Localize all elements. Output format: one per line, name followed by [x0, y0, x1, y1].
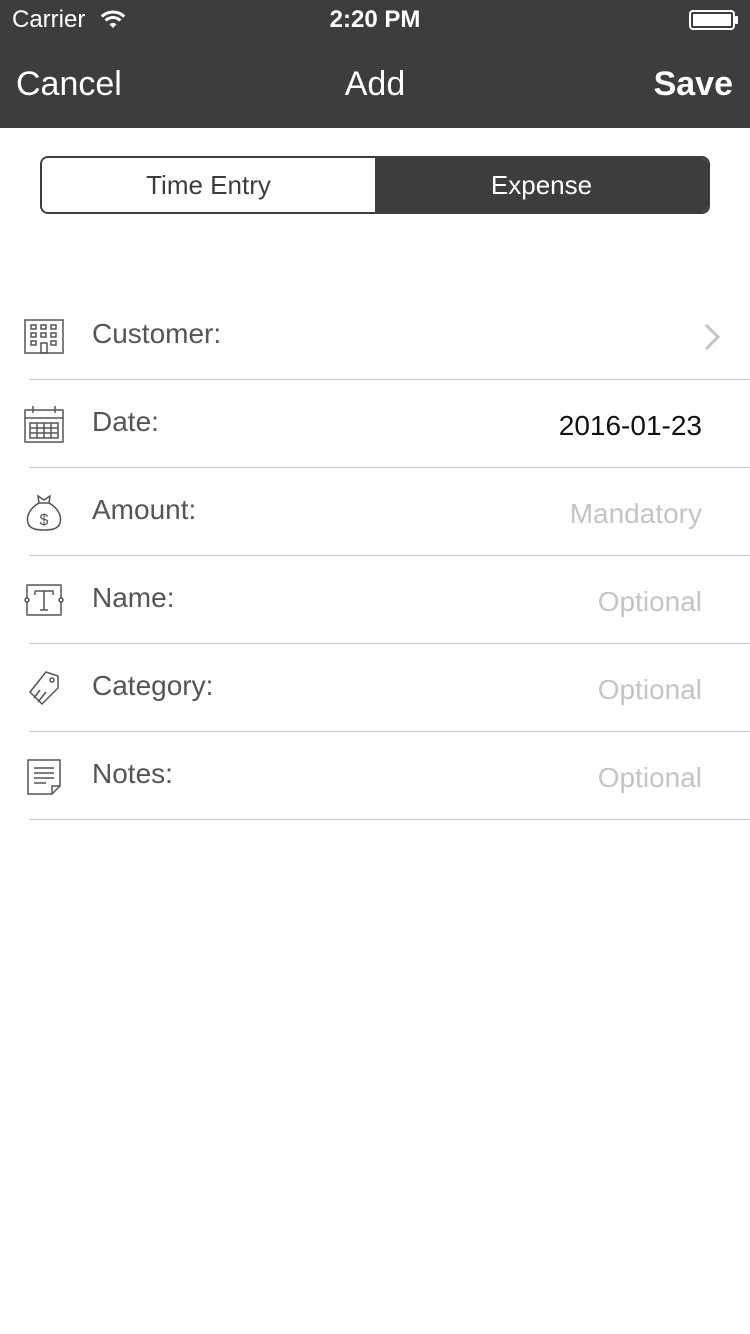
- building-icon: [24, 319, 64, 354]
- divider: [30, 819, 750, 820]
- date-row[interactable]: Date: 2016-01-23: [0, 380, 750, 468]
- time-entry-segment[interactable]: Time Entry: [42, 158, 375, 212]
- save-button[interactable]: Save: [654, 62, 733, 106]
- navigation-header: Carrier 2:20 PM Cancel Add Save: [0, 0, 750, 128]
- category-input[interactable]: Optional: [598, 670, 702, 710]
- date-label: Date:: [92, 406, 159, 437]
- page-title: Add: [344, 65, 406, 103]
- calendar-icon: [24, 406, 64, 443]
- category-label: Category:: [92, 670, 214, 701]
- category-row[interactable]: Category: Optional: [0, 644, 750, 732]
- name-input[interactable]: Optional: [598, 582, 702, 622]
- name-row[interactable]: Name: Optional: [0, 556, 750, 644]
- amount-input[interactable]: Mandatory: [570, 494, 702, 534]
- amount-row[interactable]: $ Amount: Mandatory: [0, 468, 750, 556]
- svg-text:$: $: [40, 512, 49, 529]
- status-time: 2:20 PM: [329, 6, 421, 33]
- notes-label: Notes:: [92, 758, 173, 789]
- battery-icon: [689, 10, 738, 30]
- name-label: Name:: [92, 582, 175, 613]
- customer-label: Customer:: [92, 318, 222, 349]
- money-bag-icon: $: [26, 494, 62, 531]
- date-value[interactable]: 2016-01-23: [559, 406, 702, 446]
- chevron-right-icon: [704, 323, 721, 351]
- entry-type-segmented-control: Time Entry Expense: [40, 156, 710, 214]
- expense-segment[interactable]: Expense: [375, 158, 708, 212]
- note-icon: [27, 759, 61, 795]
- status-bar: Carrier 2:20 PM: [0, 0, 750, 40]
- customer-row[interactable]: Customer:: [0, 292, 750, 380]
- expense-form: Customer: Date: 2016-01-23 $ Amount: Man…: [0, 292, 750, 820]
- notes-input[interactable]: Optional: [598, 758, 702, 798]
- tag-icon: [28, 671, 59, 706]
- notes-row[interactable]: Notes: Optional: [0, 732, 750, 820]
- text-icon: [24, 584, 64, 616]
- amount-label: Amount:: [92, 494, 197, 525]
